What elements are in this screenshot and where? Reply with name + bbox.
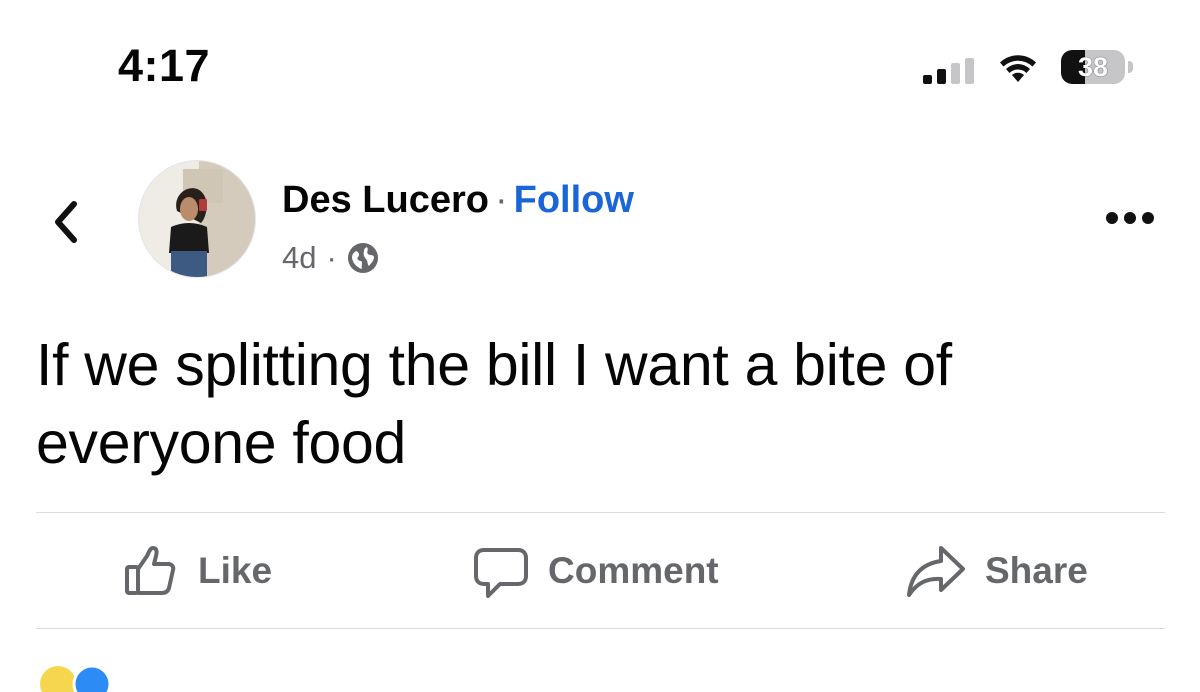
battery-percent: 38 [1077, 52, 1109, 82]
back-chevron-icon[interactable] [48, 198, 84, 246]
author-name[interactable]: Des Lucero [282, 179, 489, 221]
share-label: Share [985, 550, 1088, 591]
share-button[interactable]: Share [905, 538, 1088, 604]
divider-top [36, 512, 1165, 513]
separator-dot: · [494, 179, 508, 221]
comment-button[interactable]: Comment [472, 538, 719, 604]
author-avatar[interactable] [138, 160, 256, 278]
haha-reaction-icon [40, 666, 76, 692]
like-button[interactable]: Like [122, 538, 272, 604]
author-line: Des Lucero · Follow [282, 176, 634, 224]
more-options-icon[interactable] [1104, 208, 1156, 228]
post-meta: 4d · [282, 236, 379, 280]
share-arrow-icon [907, 546, 965, 597]
cellular-signal-icon [923, 58, 974, 84]
wifi-icon [1000, 55, 1036, 82]
battery-indicator: 38 [1061, 50, 1135, 84]
post-text: If we splitting the bill I want a bite o… [36, 332, 952, 476]
thumbs-up-icon [125, 546, 176, 595]
meta-separator: · [326, 240, 337, 275]
post-age[interactable]: 4d [282, 236, 316, 280]
avatar-photo [139, 161, 255, 277]
status-time: 4:17 [118, 40, 211, 91]
divider-bottom [36, 628, 1165, 629]
globe-icon [347, 243, 378, 273]
battery-nub [1128, 61, 1133, 73]
follow-button[interactable]: Follow [514, 179, 634, 221]
like-reaction-icon [72, 664, 112, 692]
comment-label: Comment [548, 550, 719, 591]
like-label: Like [198, 550, 273, 591]
comment-bubble-icon [474, 548, 528, 598]
reaction-icons[interactable] [36, 662, 126, 692]
